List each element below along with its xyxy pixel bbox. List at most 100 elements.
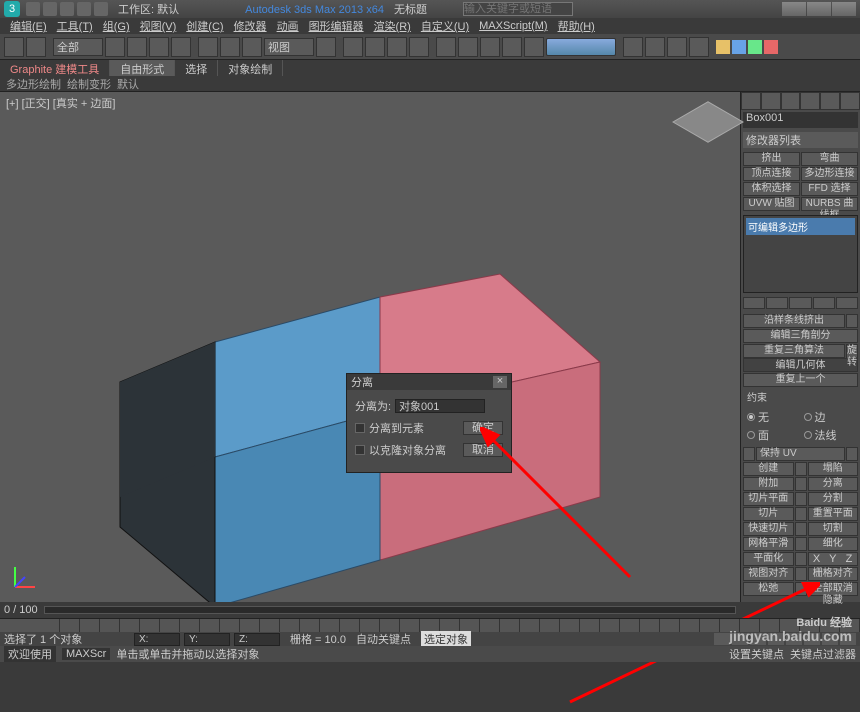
tool-snap[interactable]: [343, 37, 363, 57]
dialog-ok-button[interactable]: 确定: [463, 421, 503, 435]
mod-btn[interactable]: 多边形连接: [801, 167, 858, 181]
spinner[interactable]: [795, 582, 807, 596]
tool-render-setup[interactable]: [645, 37, 665, 57]
menu-graph[interactable]: 图形编辑器: [305, 18, 368, 34]
stack-remove-icon[interactable]: [813, 297, 835, 309]
cmd-tab-utilities[interactable]: [840, 92, 860, 110]
tool-material[interactable]: [623, 37, 643, 57]
detach-as-clone-checkbox[interactable]: [355, 445, 365, 455]
tool-undo[interactable]: [4, 37, 24, 57]
coord-y[interactable]: Y:: [184, 633, 230, 646]
spinner[interactable]: [846, 314, 858, 328]
tool-spinner[interactable]: [409, 37, 429, 57]
menu-edit[interactable]: 编辑(E): [6, 18, 51, 34]
coord-z[interactable]: Z:: [234, 633, 280, 646]
btn-spline-extrude[interactable]: 沿样条线挤出: [743, 314, 845, 328]
qat-btn[interactable]: [26, 2, 40, 16]
maximize-button[interactable]: [807, 2, 831, 16]
nav-btn[interactable]: [732, 633, 748, 645]
menu-tools[interactable]: 工具(T): [53, 18, 97, 34]
named-selection[interactable]: [546, 38, 616, 56]
btn-create[interactable]: 创建: [743, 462, 794, 476]
help-search-input[interactable]: [463, 2, 573, 16]
modifier-stack[interactable]: 可编辑多边形: [743, 215, 858, 293]
time-slider[interactable]: 0 / 100: [0, 602, 740, 618]
tool-select[interactable]: [105, 37, 125, 57]
mod-btn[interactable]: 顶点连接: [743, 167, 800, 181]
btn-viewalign[interactable]: 视图对齐: [743, 567, 794, 581]
viewcube[interactable]: [672, 101, 744, 142]
btn-gridalign[interactable]: 栅格对齐: [808, 567, 859, 581]
stack-unique-icon[interactable]: [789, 297, 811, 309]
cmd-tab-hierarchy[interactable]: [781, 92, 801, 110]
btn-unhide[interactable]: 全部取消隐藏: [808, 582, 859, 596]
menu-customize[interactable]: 自定义(U): [417, 18, 473, 34]
tool-rect[interactable]: [149, 37, 169, 57]
btn-quickslice[interactable]: 快速切片: [743, 522, 794, 536]
mod-btn[interactable]: UVW 贴图: [743, 197, 800, 211]
menu-modifiers[interactable]: 修改器: [230, 18, 271, 34]
maxscript-label[interactable]: MAXScr: [62, 648, 110, 660]
autokey-button[interactable]: 自动关键点: [356, 631, 411, 647]
tool-rotate[interactable]: [220, 37, 240, 57]
mod-btn[interactable]: 体积选择: [743, 182, 800, 196]
ribbon-tab-freeform[interactable]: 自由形式: [110, 60, 175, 76]
viewport[interactable]: [+] [正交] [真实 + 边面] 分离 ×: [0, 92, 740, 602]
cmd-tab-display[interactable]: [820, 92, 840, 110]
time-track[interactable]: [44, 606, 736, 614]
btn-retri[interactable]: 重复三角算法: [743, 344, 845, 358]
stack-show-icon[interactable]: [766, 297, 788, 309]
tool-frame-buffer[interactable]: [667, 37, 687, 57]
tool-move[interactable]: [198, 37, 218, 57]
ribbon-sub-default[interactable]: 默认: [117, 76, 139, 90]
ribbon-tab-graphite[interactable]: Graphite 建模工具: [0, 60, 110, 76]
modifier-list-dropdown[interactable]: 修改器列表: [743, 132, 858, 148]
ribbon-sub-polydraw[interactable]: 多边形绘制: [6, 76, 61, 90]
nav-btn[interactable]: [714, 633, 730, 645]
qat-btn[interactable]: [77, 2, 91, 16]
dialog-cancel-button[interactable]: 取消: [463, 443, 503, 457]
constraint-edge[interactable]: 边: [804, 409, 855, 425]
minimize-button[interactable]: [782, 2, 806, 16]
menu-animation[interactable]: 动画: [273, 18, 303, 34]
preserve-uv-checkbox[interactable]: [743, 447, 755, 461]
modstack-item[interactable]: 可编辑多边形: [746, 218, 855, 235]
menu-create[interactable]: 创建(C): [182, 18, 227, 34]
dialog-close-button[interactable]: ×: [493, 376, 507, 388]
spinner[interactable]: [795, 537, 807, 551]
menu-maxscript[interactable]: MAXScript(M): [475, 20, 551, 32]
tool-select-name[interactable]: [127, 37, 147, 57]
cmd-tab-motion[interactable]: [800, 92, 820, 110]
coord-x[interactable]: X:: [134, 633, 180, 646]
btn-slice[interactable]: 切片: [743, 507, 794, 521]
nav-btn[interactable]: [840, 633, 856, 645]
tool-pivot[interactable]: [316, 37, 336, 57]
stack-config-icon[interactable]: [836, 297, 858, 309]
ribbon-tab-selection[interactable]: 选择: [175, 60, 218, 76]
workspace-label[interactable]: 工作区: 默认: [118, 1, 179, 17]
menu-view[interactable]: 视图(V): [136, 18, 181, 34]
menu-render[interactable]: 渲染(R): [370, 18, 415, 34]
tool-mirror[interactable]: [436, 37, 456, 57]
nav-btn[interactable]: [804, 633, 820, 645]
tool-color4[interactable]: [764, 40, 778, 54]
menu-help[interactable]: 帮助(H): [554, 18, 599, 34]
detach-name-input[interactable]: [395, 399, 485, 413]
tool-percent[interactable]: [387, 37, 407, 57]
btn-turn[interactable]: 旋转: [846, 344, 858, 358]
btn-planar[interactable]: 平面化: [743, 552, 794, 566]
tool-scale[interactable]: [242, 37, 262, 57]
cmd-tab-create[interactable]: [741, 92, 761, 110]
btn-slice-plane[interactable]: 切片平面: [743, 492, 794, 506]
ribbon-tab-objpaint[interactable]: 对象绘制: [218, 60, 283, 76]
btn-xyz[interactable]: XYZ: [808, 552, 859, 566]
constraint-normal[interactable]: 法线: [804, 427, 855, 443]
tool-window[interactable]: [171, 37, 191, 57]
btn-collapse[interactable]: 塌陷: [808, 462, 859, 476]
selection-filter[interactable]: 全部: [53, 38, 103, 56]
object-name-field[interactable]: Box001: [743, 112, 858, 128]
nav-btn[interactable]: [768, 633, 784, 645]
nav-btn[interactable]: [822, 633, 838, 645]
tool-color2[interactable]: [732, 40, 746, 54]
btn-relax[interactable]: 松弛: [743, 582, 794, 596]
